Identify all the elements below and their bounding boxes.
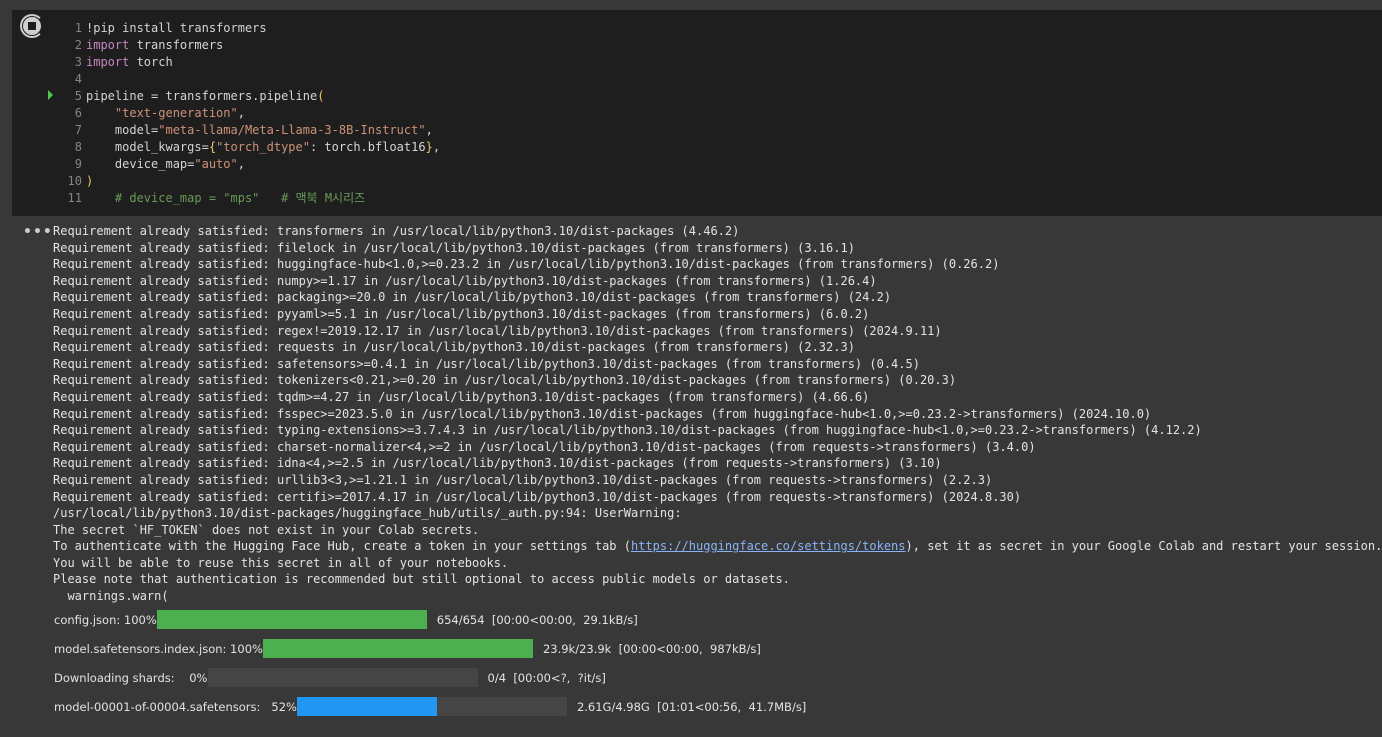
code-line[interactable]: 4 — [12, 71, 440, 88]
progress-stats: 23.9k/23.9k [00:00<00:00, 987kB/s] — [542, 641, 761, 656]
code-line[interactable]: 6 "text-generation", — [12, 105, 440, 122]
log-line: Requirement already satisfied: huggingfa… — [53, 257, 1000, 272]
log-line: Requirement already satisfied: tqdm>=4.2… — [53, 389, 870, 404]
line-number: 1 — [74, 21, 82, 35]
progress-bar — [296, 697, 567, 716]
code-text: import transformers — [86, 38, 224, 52]
output-log: Requirement already satisfied: transform… — [53, 223, 1382, 605]
progress-row: model.safetensors.index.json: 100% 23.9k/… — [54, 639, 761, 658]
log-line: Requirement already satisfied: fsspec>=2… — [53, 406, 1152, 421]
line-number: 2 — [74, 38, 82, 52]
log-line: Requirement already satisfied: typing-ex… — [53, 423, 1202, 438]
progress-row: config.json: 100% 654/654 [00:00<00:00, 2… — [54, 610, 638, 629]
line-number: 11 — [67, 191, 82, 205]
log-line: warnings.warn( — [53, 589, 169, 604]
log-line: Requirement already satisfied: safetenso… — [53, 356, 920, 371]
log-line: You will be able to reuse this secret in… — [53, 555, 509, 570]
code-text: "text-generation", — [114, 106, 245, 120]
code-line[interactable]: 3 import torch — [12, 54, 440, 71]
code-text: model="meta-llama/Meta-Llama-3-8B-Instru… — [86, 123, 433, 137]
fold-arrow-icon[interactable] — [48, 90, 53, 100]
code-line[interactable]: 10) — [12, 173, 440, 190]
log-line: Please note that authentication is recom… — [53, 572, 790, 587]
log-line: Requirement already satisfied: packaging… — [53, 290, 892, 305]
progress-label: config.json: 100% — [54, 612, 157, 627]
progress-label: model.safetensors.index.json: 100% — [54, 641, 263, 656]
code-line[interactable]: 11 # device_map = "mps" # 맥북 M시리즈 — [12, 190, 440, 207]
progress-bar — [262, 639, 533, 658]
code-editor[interactable]: 1 !pip install transformers 2 import transf… — [12, 20, 440, 207]
code-text: ) — [86, 174, 94, 188]
code-line[interactable]: 1 !pip install transformers — [12, 20, 440, 37]
log-line: /usr/local/lib/python3.10/dist-packages/… — [53, 506, 689, 521]
code-text: device_map="auto", — [86, 157, 245, 171]
line-number: 6 — [74, 106, 82, 120]
progress-label: Downloading shards: 0% — [54, 670, 208, 685]
progress-stats: 2.61G/4.98G [01:01<00:56, 41.7MB/s] — [576, 699, 807, 714]
settings-tokens-link[interactable]: https://huggingface.co/settings/tokens — [631, 539, 906, 553]
progress-stats: 0/4 [00:00<?, ?it/s] — [487, 670, 606, 685]
progress-bar — [207, 668, 478, 687]
code-text: pipeline = transformers.pipeline( — [86, 89, 325, 103]
code-line[interactable]: 8 model_kwargs={"torch_dtype": torch.bfl… — [12, 139, 440, 156]
progress-bar — [156, 610, 427, 629]
log-line: Requirement already satisfied: transform… — [53, 224, 740, 238]
top-strip — [0, 0, 1382, 10]
progress-bar-fill — [156, 610, 427, 629]
code-line[interactable]: 2 import transformers — [12, 37, 440, 54]
code-text: # device_map = "mps" # 맥북 M시리즈 — [114, 191, 366, 205]
log-line: Requirement already satisfied: charset-n… — [53, 439, 1036, 454]
code-text: import torch — [86, 55, 173, 69]
log-line: Requirement already satisfied: numpy>=1.… — [53, 273, 877, 288]
progress-bar-fill — [262, 639, 533, 658]
log-line: Requirement already satisfied: tokenizer… — [53, 373, 957, 388]
log-line: Requirement already satisfied: idna<4,>=… — [53, 456, 942, 471]
log-line: Requirement already satisfied: requests … — [53, 340, 855, 355]
log-line: Requirement already satisfied: certifi>=… — [53, 489, 1022, 504]
progress-row: Downloading shards: 0% 0/4 [00:00<?, ?it/… — [54, 668, 606, 687]
progress-stats: 654/654 [00:00<00:00, 29.1kB/s] — [436, 612, 638, 627]
log-line: Requirement already satisfied: regex!=20… — [53, 323, 942, 338]
code-text: !pip install transformers — [86, 21, 267, 35]
line-number: 3 — [74, 55, 82, 69]
log-line: To authenticate with the Hugging Face Hu… — [53, 539, 1382, 554]
progress-row: model-00001-of-00004.safetensors: 52% 2.6… — [54, 697, 806, 716]
code-cell[interactable]: 1 !pip install transformers 2 import transf… — [12, 10, 1382, 216]
progress-bar-fill — [296, 697, 438, 716]
code-text: model_kwargs={"torch_dtype": torch.bfloa… — [86, 140, 441, 154]
log-line: Requirement already satisfied: filelock … — [53, 240, 855, 255]
log-line: Requirement already satisfied: pyyaml>=5… — [53, 306, 870, 321]
line-number: 10 — [67, 174, 82, 188]
code-line[interactable]: 7 model="meta-llama/Meta-Llama-3-8B-Inst… — [12, 122, 440, 139]
cell-output: ••• Requirement already satisfied: trans… — [0, 216, 1382, 737]
line-number: 4 — [74, 72, 82, 86]
log-line: The secret `HF_TOKEN` does not exist in … — [53, 522, 480, 537]
code-line[interactable]: 9 device_map="auto", — [12, 156, 440, 173]
progress-label: model-00001-of-00004.safetensors: 52% — [54, 699, 297, 714]
output-actions-menu-icon[interactable]: ••• — [23, 224, 53, 240]
line-number: 8 — [74, 140, 82, 154]
code-line[interactable]: 5 pipeline = transformers.pipeline( — [12, 88, 440, 105]
line-number: 7 — [74, 123, 82, 137]
line-number: 9 — [74, 157, 82, 171]
log-line: Requirement already satisfied: urllib3<3… — [53, 472, 993, 487]
